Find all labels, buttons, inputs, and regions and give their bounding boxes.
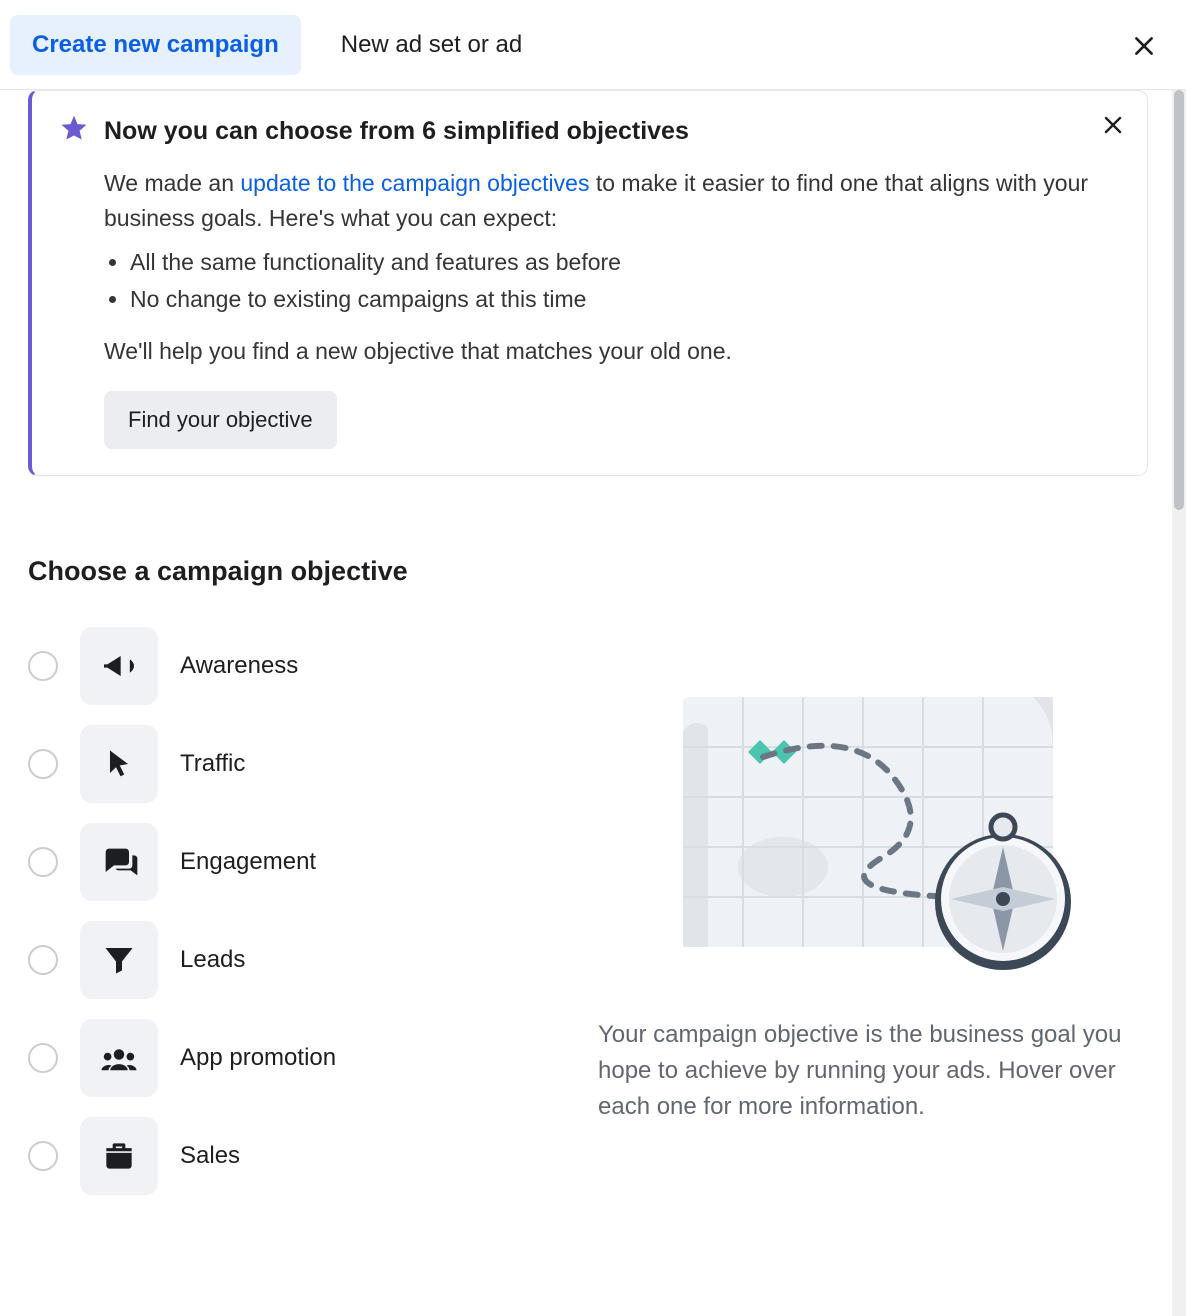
objective-awareness[interactable]: Awareness [28,627,548,705]
radio-engagement[interactable] [28,847,58,877]
objective-label: Engagement [180,848,316,876]
leads-icon-box [80,921,158,999]
banner-helper-text: We'll help you find a new objective that… [104,334,1121,369]
banner-bullets: All the same functionality and features … [130,245,1121,316]
chat-icon [99,842,139,882]
awareness-icon-box [80,627,158,705]
objective-label: Leads [180,946,245,974]
app-promotion-icon-box [80,1019,158,1097]
objective-label: App promotion [180,1044,336,1072]
cursor-icon [101,746,137,782]
objective-label: Sales [180,1142,240,1170]
vertical-scrollbar[interactable] [1172,90,1186,1316]
objective-app-promotion[interactable]: App promotion [28,1019,548,1097]
banner-bullet: No change to existing campaigns at this … [130,282,1121,317]
banner-bullet: All the same functionality and features … [130,245,1121,280]
radio-awareness[interactable] [28,651,58,681]
tab-new-ad-set[interactable]: New ad set or ad [319,15,544,75]
radio-app-promotion[interactable] [28,1043,58,1073]
banner-body: We made an update to the campaign object… [104,166,1121,449]
close-button[interactable] [1126,28,1162,64]
star-icon [58,113,90,150]
close-icon [1131,33,1157,59]
objective-engagement[interactable]: Engagement [28,823,548,901]
banner-title: Now you can choose from 6 simplified obj… [104,117,689,146]
engagement-icon-box [80,823,158,901]
funnel-icon [101,942,137,978]
tab-create-new-campaign[interactable]: Create new campaign [10,15,301,75]
objective-leads[interactable]: Leads [28,921,548,999]
scrollbar-thumb[interactable] [1174,90,1184,510]
close-icon [1101,113,1125,137]
megaphone-icon [99,646,139,686]
objective-info-panel: Your campaign objective is the business … [588,627,1148,1195]
banner-close-button[interactable] [1097,109,1129,141]
objective-traffic[interactable]: Traffic [28,725,548,803]
top-tabs: Create new campaign New ad set or ad [0,0,1186,90]
radio-leads[interactable] [28,945,58,975]
objective-sales[interactable]: Sales [28,1117,548,1195]
find-your-objective-button[interactable]: Find your objective [104,391,337,449]
objectives-list: Awareness Traffic Engagement [28,627,548,1195]
section-title: Choose a campaign objective [28,556,1172,587]
map-compass-illustration [653,667,1083,987]
objectives-update-banner: Now you can choose from 6 simplified obj… [28,90,1148,476]
radio-traffic[interactable] [28,749,58,779]
traffic-icon-box [80,725,158,803]
objective-label: Awareness [180,652,298,680]
update-objectives-link[interactable]: update to the campaign objectives [240,170,589,196]
radio-sales[interactable] [28,1141,58,1171]
objective-label: Traffic [180,750,245,778]
sales-icon-box [80,1117,158,1195]
banner-body-prefix: We made an [104,170,240,196]
people-icon [98,1037,140,1079]
objective-info-text: Your campaign objective is the business … [588,1017,1148,1125]
briefcase-icon [100,1137,138,1175]
